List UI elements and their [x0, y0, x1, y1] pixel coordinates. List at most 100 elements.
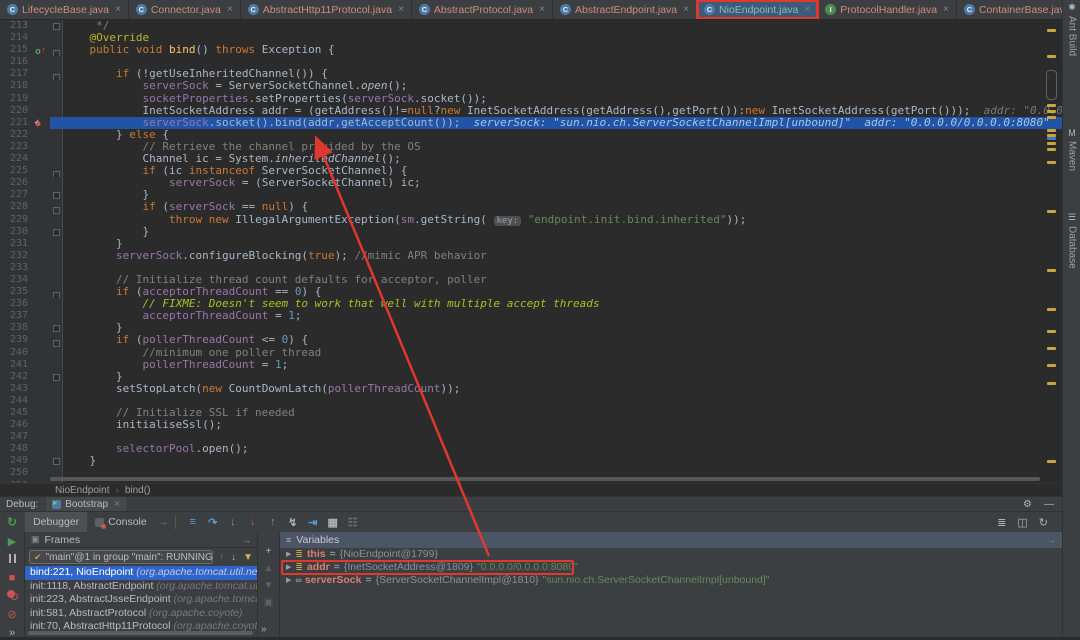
stripe-mark[interactable]	[1047, 460, 1056, 463]
stripe-mark[interactable]	[1047, 269, 1056, 272]
stripe-mark[interactable]	[1047, 104, 1056, 107]
tab-close-icon[interactable]: ×	[398, 4, 404, 15]
tool-window-button-database[interactable]: ☰Database	[1063, 212, 1080, 269]
frame-row[interactable]: init:1118, AbstractEndpoint (org.apache.…	[25, 580, 257, 594]
editor-tab[interactable]: CAbstractHttp11Protocol.java×	[241, 0, 412, 19]
rerun-button[interactable]: ↻	[0, 515, 25, 529]
code-line[interactable]: 215o↑− public void bind() throws Excepti…	[0, 44, 1062, 56]
stripe-mark[interactable]	[1047, 110, 1056, 113]
view-breakpoints-button[interactable]	[7, 590, 18, 604]
step-into-icon[interactable]: ↓	[223, 516, 243, 528]
pin-icon[interactable]: →	[242, 535, 251, 545]
editor-error-stripe[interactable]	[1044, 20, 1062, 483]
layout-settings-icon[interactable]: ☷	[343, 516, 363, 529]
code-line[interactable]: 229 throw new IllegalArgumentException(s…	[0, 214, 1062, 226]
frame-row[interactable]: init:223, AbstractJsseEndpoint (org.apac…	[25, 593, 257, 607]
tab-close-icon[interactable]: ×	[943, 4, 949, 15]
resume-button[interactable]: ▶	[8, 536, 16, 549]
stripe-mark[interactable]	[1047, 210, 1056, 213]
more-button[interactable]: »	[9, 627, 15, 640]
editor-horizontal-scrollbar[interactable]	[50, 477, 1040, 481]
code-line[interactable]: 232 serverSock.configureBlocking(true); …	[0, 250, 1062, 262]
tab-close-icon[interactable]: ×	[683, 4, 689, 15]
code-editor[interactable]: 213 */214 @Override215o↑− public void bi…	[0, 20, 1062, 483]
scrollbar-thumb[interactable]	[1046, 70, 1057, 100]
variable-row[interactable]: ▶≣this={NioEndpoint@1799}	[280, 548, 1062, 561]
tool-window-button-ant-build[interactable]: ✱Ant Build	[1063, 2, 1080, 56]
editor-tab[interactable]: CConnector.java×	[129, 0, 241, 19]
code-line[interactable]: 237 acceptorThreadCount = 1;	[0, 310, 1062, 322]
fold-marker[interactable]	[53, 23, 60, 30]
debug-tab-console[interactable]: Console	[87, 512, 155, 533]
stop-button[interactable]: ■	[9, 572, 16, 585]
tab-close-icon[interactable]: ×	[539, 4, 545, 15]
show-execution-point-icon[interactable]: ≡	[183, 516, 203, 528]
move-frame-up-icon[interactable]: ↑	[219, 552, 224, 563]
step-over-icon[interactable]: ↷	[203, 516, 223, 529]
breadcrumb-item[interactable]: NioEndpoint	[55, 485, 109, 496]
mute-breakpoints-button[interactable]: ⊘	[7, 609, 16, 622]
editor-tab[interactable]: CAbstractProtocol.java×	[412, 0, 553, 19]
threads-view-icon[interactable]: ≣	[997, 516, 1006, 529]
add-watch-icon[interactable]: +	[266, 546, 272, 557]
stripe-mark[interactable]	[1047, 161, 1056, 164]
frames-horizontal-scrollbar[interactable]	[28, 631, 253, 635]
stripe-mark[interactable]	[1047, 29, 1056, 32]
editor-tab[interactable]: CContainerBase.java×	[957, 0, 1062, 19]
code-line[interactable]: 230 }	[0, 226, 1062, 238]
debug-tab-debugger[interactable]: Debugger	[25, 512, 87, 533]
run-to-cursor-icon[interactable]: ⇥	[303, 516, 323, 529]
fold-marker[interactable]	[53, 325, 60, 332]
code-line[interactable]: 243 setStopLatch(new CountDownLatch(poll…	[0, 383, 1062, 395]
tab-close-icon[interactable]: ×	[804, 4, 810, 15]
frame-row[interactable]: bind:221, NioEndpoint (org.apache.tomcat…	[25, 566, 257, 580]
tool-window-button-maven[interactable]: MMaven	[1063, 128, 1080, 171]
stripe-mark[interactable]	[1047, 364, 1056, 367]
tab-close-icon[interactable]: ×	[227, 4, 233, 15]
code-line[interactable]: 246 initialiseSsl();	[0, 419, 1062, 431]
editor-tab[interactable]: IProtocolHandler.java×	[818, 0, 957, 19]
close-session-icon[interactable]: ×	[114, 499, 120, 510]
force-step-into-icon[interactable]: ↓	[243, 516, 263, 528]
drop-frame-icon[interactable]: ↯	[283, 516, 303, 529]
thread-selector[interactable]: ✔ "main"@1 in group "main": RUNNING ▼	[29, 550, 213, 564]
fold-marker[interactable]	[53, 229, 60, 236]
more-options-icon[interactable]: »	[258, 624, 267, 635]
overrides-method-icon[interactable]: o↑	[30, 44, 46, 56]
code-line[interactable]: 226 serverSock = (ServerSocketChannel) i…	[0, 177, 1062, 189]
pin-icon[interactable]: →	[1047, 535, 1056, 545]
expand-arrow-icon[interactable]: ▶	[286, 561, 291, 574]
code-line[interactable]: 249 }	[0, 455, 1062, 467]
step-out-icon[interactable]: ↑	[263, 516, 283, 528]
debug-session-tab[interactable]: ▸ Bootstrap ×	[46, 497, 126, 512]
frame-row[interactable]: init:581, AbstractProtocol (org.apache.c…	[25, 607, 257, 621]
stripe-mark[interactable]	[1047, 137, 1056, 140]
pause-button[interactable]	[9, 554, 16, 567]
stripe-mark[interactable]	[1047, 382, 1056, 385]
editor-tab[interactable]: CLifecycleBase.java×	[0, 0, 129, 19]
variable-row[interactable]: ▶≣addr={InetSocketAddress@1809} "0.0.0.0…	[280, 561, 1062, 574]
editor-tab[interactable]: CNioEndpoint.java×	[697, 0, 818, 19]
hide-window-icon[interactable]: —	[1044, 499, 1054, 510]
variable-row[interactable]: ▶∞serverSock={ServerSocketChannelImpl@18…	[280, 574, 1062, 587]
stripe-mark[interactable]	[1047, 347, 1056, 350]
tab-close-icon[interactable]: ×	[115, 4, 121, 15]
code-line[interactable]: 241 pollerThreadCount = 1;	[0, 359, 1062, 371]
stripe-mark[interactable]	[1047, 116, 1056, 119]
stripe-mark[interactable]	[1047, 308, 1056, 311]
fold-marker[interactable]	[53, 458, 60, 465]
expand-arrow-icon[interactable]: ▶	[286, 548, 291, 561]
restore-layout-icon[interactable]: ◫	[1017, 516, 1027, 529]
breadcrumb-item[interactable]: bind()	[125, 485, 151, 496]
filter-frames-icon[interactable]: ▼	[243, 552, 253, 563]
evaluate-expression-icon[interactable]: ▦	[323, 516, 343, 529]
editor-tab[interactable]: CAbstractEndpoint.java×	[553, 0, 697, 19]
stripe-mark[interactable]	[1047, 55, 1056, 58]
settings-icon[interactable]: ⚙	[1023, 499, 1032, 510]
move-frame-down-icon[interactable]: ↓	[231, 552, 236, 563]
code-line[interactable]: 213 */	[0, 20, 1062, 32]
stripe-mark[interactable]	[1047, 330, 1056, 333]
stripe-mark[interactable]	[1047, 148, 1056, 151]
fold-marker[interactable]	[53, 374, 60, 381]
fold-marker[interactable]	[53, 192, 60, 199]
